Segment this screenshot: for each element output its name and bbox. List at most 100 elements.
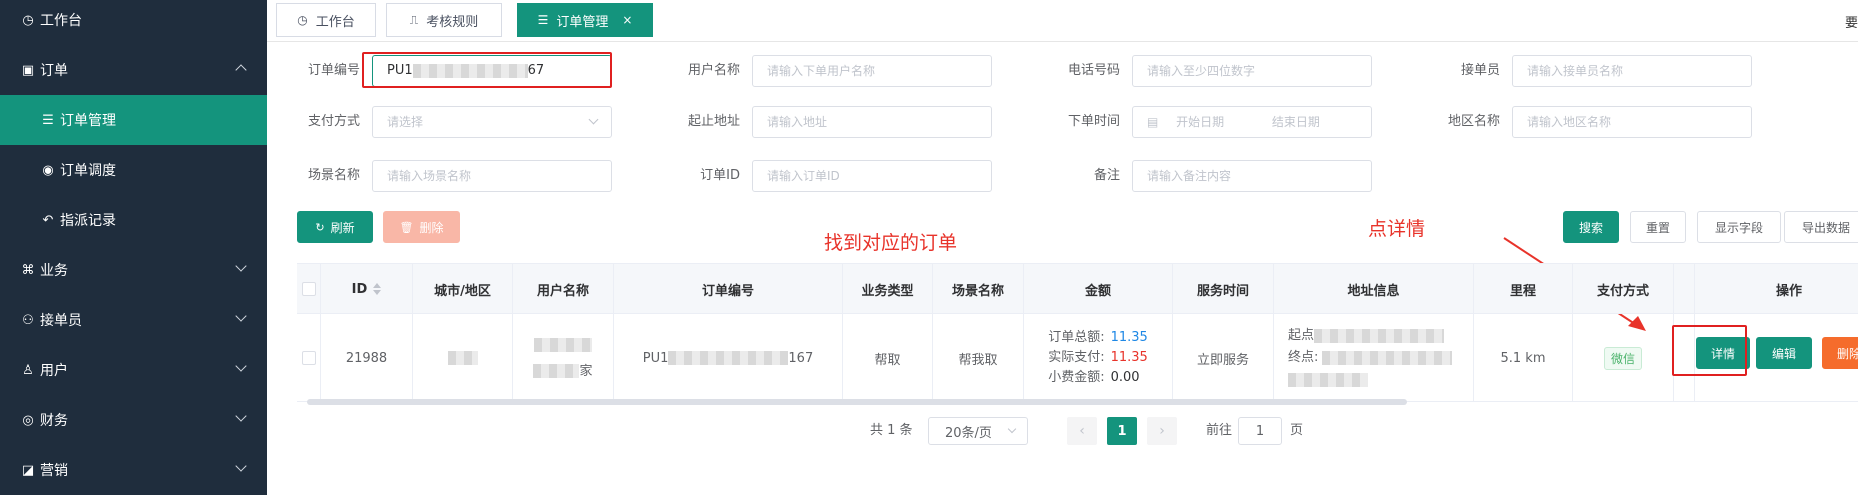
cell-city (413, 314, 513, 402)
row-delete-button[interactable]: 删除 (1822, 337, 1858, 369)
prev-page-button[interactable]: ‹ (1067, 417, 1097, 445)
redacted-block (447, 351, 478, 365)
start-prefix: 起点 (1288, 328, 1315, 343)
refresh-button[interactable]: ↻ 刷新 (297, 211, 373, 243)
tip-value: 0.00 (1110, 370, 1140, 385)
show-fields-button[interactable]: 显示字段 (1697, 211, 1781, 243)
page-size-select[interactable]: 20条/页 (928, 417, 1028, 445)
paid-label: 实际支付: (1048, 350, 1105, 365)
close-icon[interactable]: × (622, 13, 632, 27)
rules-icon: ⎍ (409, 12, 419, 27)
tab-label: 考核规则 (426, 14, 479, 30)
sidebar-item-dashboard[interactable]: ◷ 工作台 (0, 0, 267, 45)
start-address: 起点 (1288, 325, 1445, 347)
header-service-time: 服务时间 (1173, 264, 1274, 314)
goto-page-input[interactable]: 1 (1238, 417, 1282, 445)
horizontal-scrollbar[interactable] (307, 399, 1407, 405)
sidebar-item-user[interactable]: ♙ 用户 (0, 345, 267, 395)
user-name-input[interactable]: 请输入下单用户名称 (752, 55, 992, 87)
edit-button[interactable]: 编辑 (1756, 337, 1812, 369)
location-icon: ◉ (42, 162, 54, 178)
dashboard-icon: ◷ (22, 12, 34, 28)
total-amount-line: 订单总额: 11.35 (1048, 328, 1148, 348)
rider-label: 接单员 (1460, 63, 1500, 78)
sidebar-item-marketing[interactable]: ◪ 营销 (0, 445, 267, 495)
order-no-label: 订单编号 (307, 63, 360, 78)
phone-label: 电话号码 (1067, 63, 1120, 78)
next-page-button[interactable]: › (1147, 417, 1177, 445)
trash-icon: 🗑 (399, 220, 414, 234)
header-actions: 操作 (1694, 264, 1858, 314)
delete-button[interactable]: 🗑 删除 (383, 211, 460, 243)
sort-icon[interactable] (373, 283, 382, 295)
reset-button[interactable]: 重置 (1630, 211, 1686, 243)
scene-input[interactable]: 请输入场景名称 (372, 160, 612, 192)
chevron-right-icon: › (1159, 423, 1165, 439)
sidebar-item-finance[interactable]: ◎ 财务 (0, 395, 267, 445)
sidebar-item-order[interactable]: ▣ 订单 (0, 45, 267, 95)
sidebar-item-label: 工作台 (40, 13, 82, 29)
order-id-input[interactable]: 请输入订单ID (752, 160, 992, 192)
order-id-label: 订单ID (700, 168, 740, 183)
phone-input[interactable]: 请输入至少四位数字 (1132, 55, 1372, 87)
cell-id: 21988 (321, 314, 413, 402)
header-scene: 场景名称 (933, 264, 1024, 314)
annotation-find-order: 找到对应的订单 (824, 232, 958, 254)
tab-order-management[interactable]: ☰ 订单管理 × (517, 3, 653, 37)
redacted-block (668, 351, 789, 365)
remark-input[interactable]: 请输入备注内容 (1132, 160, 1372, 192)
tab-dashboard[interactable]: ◷ 工作台 (276, 3, 376, 37)
checkbox[interactable] (301, 351, 316, 365)
pay-method-select[interactable]: 请选择 (372, 106, 612, 138)
order-icon: ▣ (21, 62, 35, 78)
header-id[interactable]: ID (321, 264, 413, 314)
order-time-range[interactable]: ▤ 开始日期 结束日期 (1132, 106, 1372, 138)
paid-amount-line: 实际支付: 11.35 (1048, 348, 1148, 368)
redacted-block (1322, 350, 1453, 365)
remark-label: 备注 (1093, 168, 1120, 183)
address-input[interactable]: 请输入地址 (752, 106, 992, 138)
sidebar-item-label: 订单管理 (60, 113, 116, 129)
date-end: 结束日期 (1271, 115, 1320, 129)
page-number-1[interactable]: 1 (1107, 417, 1137, 445)
header-select-all[interactable] (297, 264, 321, 314)
end-address: 终点: (1288, 347, 1453, 369)
cell-service-time: 立即服务 (1173, 314, 1274, 402)
search-button[interactable]: 搜索 (1563, 211, 1619, 243)
rider-input[interactable]: 请输入接单员名称 (1512, 55, 1752, 87)
cell-address: 起点 终点: (1274, 314, 1474, 402)
header-pay-method: 支付方式 (1573, 264, 1674, 314)
sidebar-item-label: 指派记录 (60, 213, 116, 229)
tab-bar: ◷ 工作台 ⎍ 考核规则 ☰ 订单管理 × 要 (267, 0, 1858, 42)
cell-pay-method: 微信 (1573, 314, 1674, 402)
row-select[interactable] (297, 314, 321, 402)
header-user-name: 用户名称 (513, 264, 614, 314)
dashboard-icon: ◷ (297, 13, 308, 27)
wechat-tag: 微信 (1603, 346, 1642, 370)
button-label: 删除 (419, 220, 444, 235)
sidebar-item-order-management[interactable]: ☰ 订单管理 (0, 95, 267, 145)
cell-user-name: 家 (513, 314, 614, 402)
tab-assessment-rules[interactable]: ⎍ 考核规则 (386, 3, 502, 37)
cell-mileage: 5.1 km (1474, 314, 1573, 402)
header-city: 城市/地区 (413, 264, 513, 314)
sidebar-item-business[interactable]: ⌘ 业务 (0, 245, 267, 295)
end-prefix: 终点: (1288, 350, 1319, 365)
header-amount: 金额 (1024, 264, 1173, 314)
checkbox[interactable] (301, 282, 316, 296)
user-name-suffix: 家 (579, 363, 593, 379)
chevron-down-icon (1007, 424, 1017, 434)
export-button[interactable]: 导出数据 (1784, 211, 1858, 243)
address-label: 起止地址 (687, 114, 740, 129)
redacted-block (533, 364, 580, 378)
region-input[interactable]: 请输入地区名称 (1512, 106, 1752, 138)
sidebar-item-label: 营销 (40, 463, 68, 479)
order-time-label: 下单时间 (1067, 114, 1120, 129)
total-label: 订单总额: (1048, 330, 1105, 345)
sidebar-item-order-dispatch[interactable]: ◉ 订单调度 (0, 145, 267, 195)
sidebar-item-assign-records[interactable]: ↶ 指派记录 (0, 195, 267, 245)
page-size-value: 20条/页 (945, 425, 992, 441)
pay-method-label: 支付方式 (307, 114, 360, 129)
sidebar: ◷ 工作台 ▣ 订单 ☰ 订单管理 ◉ 订单调度 ↶ 指派记录 ⌘ 业务 ⚇ 接… (0, 0, 267, 495)
sidebar-item-rider[interactable]: ⚇ 接单员 (0, 295, 267, 345)
